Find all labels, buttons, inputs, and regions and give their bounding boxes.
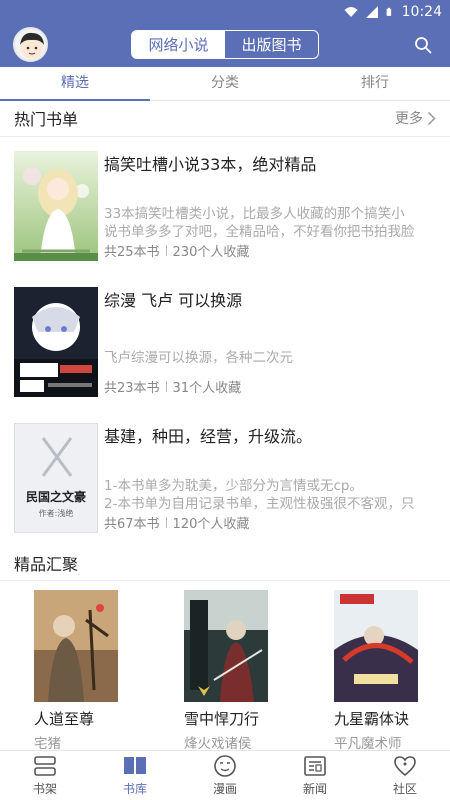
book-cover — [14, 151, 98, 261]
nav-label: 新闻 — [302, 782, 327, 796]
comic-icon — [214, 755, 236, 777]
book-cover — [184, 590, 268, 702]
nav-comics[interactable]: 漫画 — [180, 751, 270, 800]
divider — [0, 580, 450, 581]
book-cover: 民国之文豪 作者:浅绝 — [14, 423, 98, 533]
featured-header: 精品汇聚 — [0, 546, 450, 580]
cover-art-warrior — [34, 590, 118, 702]
cover-art-fantasy-hero — [334, 590, 418, 702]
book-list-item[interactable]: 综漫 飞卢 可以换源 飞卢综漫可以换源，各种二次元 共23本书 31个人收藏 — [0, 287, 450, 407]
nav-label: 书库 — [122, 782, 147, 796]
segment-published-books[interactable]: 出版图书 — [225, 31, 318, 58]
nav-news[interactable]: 新闻 — [270, 751, 360, 800]
book-list-meta: 共25本书 230个人收藏 — [104, 241, 249, 260]
status-bar: 10:24 — [344, 3, 442, 21]
nav-community[interactable]: 社区 — [360, 751, 450, 800]
status-time: 10:24 — [401, 4, 442, 20]
bottom-navigation: 书架 书库 漫画 新闻 社区 — [0, 750, 450, 800]
book-list-item[interactable]: 搞笑吐槽小说33本，绝对精品 33本搞笑吐槽类小说，比最多人收藏的那个搞笑小 说… — [0, 151, 450, 271]
cover-art-swordsman — [184, 590, 268, 702]
chevron-right-icon — [427, 111, 436, 125]
crossed-swords-icon — [41, 437, 73, 477]
open-book-icon — [124, 757, 146, 774]
favorite-count: 120个人收藏 — [172, 517, 250, 532]
cover-art-anime-girl — [14, 151, 98, 261]
search-icon[interactable] — [414, 36, 432, 54]
book-list-desc-line1: 1-本书单多为耽美，少部分为言情或无cp。 — [104, 478, 363, 494]
book-count: 共23本书 — [104, 381, 160, 396]
battery-icon — [386, 7, 391, 16]
news-icon — [304, 756, 326, 776]
segment-web-novels[interactable]: 网络小说 — [132, 31, 225, 58]
book-list-meta: 共67本书 120个人收藏 — [104, 513, 249, 532]
meta-separator — [165, 517, 167, 528]
book-cover — [34, 590, 118, 702]
book-cover — [14, 287, 98, 397]
app-header: 10:24 网络小说 出版图书 — [0, 0, 450, 67]
meta-separator — [165, 381, 167, 392]
book-list-title: 综漫 飞卢 可以换源 — [104, 291, 243, 310]
nav-label: 漫画 — [212, 782, 237, 796]
nav-library[interactable]: 书库 — [90, 751, 180, 800]
book-list-desc-line2: 2-本书单为自用记录书单，主观性极强很不客观，只 — [104, 496, 415, 512]
meta-separator — [165, 245, 167, 256]
book-list-desc-line1: 33本搞笑吐槽类小说，比最多人收藏的那个搞笑小 — [104, 206, 405, 222]
featured-title: 九星霸体诀 — [334, 710, 410, 728]
nav-label: 社区 — [392, 782, 417, 796]
featured-title: 人道至尊 — [34, 710, 95, 728]
community-icon — [394, 756, 416, 777]
featured-author: 烽火戏诸侯 — [184, 736, 252, 752]
section-title: 精品汇聚 — [14, 555, 79, 574]
tab-bar: 精选 分类 排行 — [0, 67, 450, 101]
cover-art-dark-anime — [14, 287, 98, 397]
hot-lists-header: 热门书单 更多 — [0, 101, 450, 135]
book-list-item[interactable]: 民国之文豪 作者:浅绝 基建，种田，经营，升级流。 1-本书单多为耽美，少部分为… — [0, 423, 450, 543]
book-count: 共67本书 — [104, 517, 160, 532]
section-title: 热门书单 — [14, 110, 79, 129]
wifi-icon — [344, 7, 358, 17]
cover-title: 民国之文豪 — [25, 490, 86, 504]
tab-featured[interactable]: 精选 — [0, 67, 150, 101]
nav-bookshelf[interactable]: 书架 — [0, 751, 90, 800]
book-list-title: 基建，种田，经营，升级流。 — [104, 427, 313, 446]
cover-author: 作者:浅绝 — [38, 509, 74, 518]
more-link[interactable]: 更多 — [395, 108, 436, 128]
featured-title: 雪中悍刀行 — [184, 710, 260, 728]
nav-label: 书架 — [32, 782, 57, 796]
book-list-meta: 共23本书 31个人收藏 — [104, 377, 241, 396]
book-cover — [334, 590, 418, 702]
book-list-title: 搞笑吐槽小说33本，绝对精品 — [104, 155, 317, 174]
signal-icon — [365, 6, 378, 18]
featured-book[interactable]: 人道至尊 宅猪 — [34, 590, 154, 752]
book-list-desc-line1: 飞卢综漫可以换源，各种二次元 — [104, 350, 293, 366]
book-list-desc-line2: 说书单多多了对吧，全精品哈，不好看你把书拍我脸 — [104, 224, 415, 240]
featured-author: 宅猪 — [34, 736, 61, 752]
divider — [0, 136, 450, 137]
tab-categories[interactable]: 分类 — [150, 67, 300, 100]
featured-book[interactable]: 雪中悍刀行 烽火戏诸侯 — [184, 590, 304, 752]
featured-author: 平凡魔术师 — [334, 736, 402, 752]
content-type-toggle: 网络小说 出版图书 — [131, 30, 319, 59]
favorite-count: 31个人收藏 — [172, 381, 242, 396]
featured-book[interactable]: 九星霸体诀 平凡魔术师 — [334, 590, 450, 752]
user-avatar[interactable] — [13, 27, 48, 62]
favorite-count: 230个人收藏 — [172, 245, 250, 260]
tab-rankings[interactable]: 排行 — [300, 67, 450, 100]
book-count: 共25本书 — [104, 245, 160, 260]
avatar-icon — [20, 32, 44, 59]
more-label: 更多 — [395, 111, 423, 127]
bookshelf-icon — [34, 756, 56, 776]
